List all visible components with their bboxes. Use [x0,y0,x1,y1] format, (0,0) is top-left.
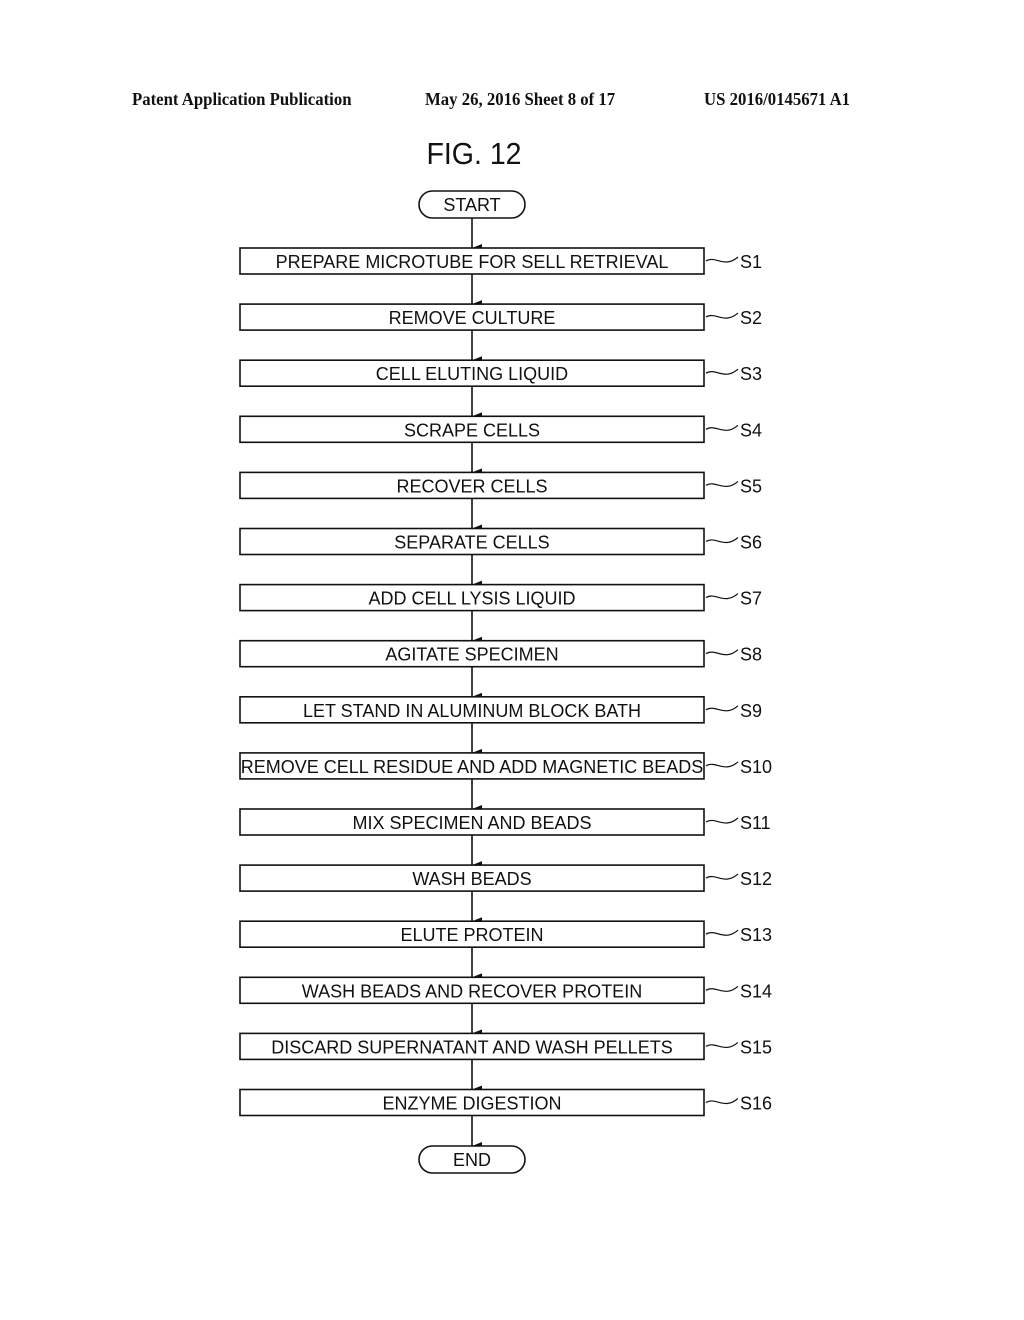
leader-line [705,256,739,263]
step-s11: MIX SPECIMEN AND BEADS S11 [239,808,771,836]
leader-line [705,873,739,880]
step-text: WASH BEADS AND RECOVER PROTEIN [302,981,642,1001]
start-node: START [418,190,526,219]
step-s9: LET STAND IN ALUMINUM BLOCK BATH S9 [239,695,762,724]
end-node: END [418,1145,526,1174]
step-text: ENZYME DIGESTION [382,1094,561,1114]
step-ref-label: S3 [740,364,762,384]
step-text: CELL ELUTING LIQUID [376,364,568,384]
step-ref-label: S6 [740,533,762,553]
step-s6: SEPARATE CELLS S6 [239,527,762,556]
step-s10: REMOVE CELL RESIDUE AND ADD MAGNETIC BEA… [239,752,772,780]
step-s13: ELUTE PROTEIN S13 [239,920,772,949]
step-text: WASH BEADS [412,869,531,889]
step-ref-label: S11 [740,813,771,833]
step-text: MIX SPECIMEN AND BEADS [352,813,591,833]
step-text: DISCARD SUPERNATANT AND WASH PELLETS [271,1037,672,1057]
start-label: START [443,195,500,215]
step-text: REMOVE CULTURE [389,308,556,328]
step-ref-label: S16 [740,1094,772,1114]
step-text: SCRAPE CELLS [404,420,540,440]
leader-line [705,929,739,936]
step-ref-label: S1 [740,252,762,272]
step-ref-label: S15 [740,1037,772,1057]
step-ref-label: S14 [740,981,772,1001]
leader-line [705,705,739,712]
flowchart: START PREPARE MICROTUBE FOR SELL RETRIEV… [239,190,772,1174]
step-s4: SCRAPE CELLS S4 [239,415,762,444]
step-text: ELUTE PROTEIN [400,925,543,945]
step-ref-label: S8 [740,645,762,665]
leader-line [705,649,739,656]
step-ref-label: S2 [740,308,762,328]
step-text: LET STAND IN ALUMINUM BLOCK BATH [303,701,641,721]
leader-line [705,480,739,487]
leader-line [705,593,739,600]
step-s12: WASH BEADS S12 [239,864,772,892]
step-text: SEPARATE CELLS [394,533,549,553]
leader-line [705,1098,739,1105]
step-ref-label: S4 [740,420,762,440]
step-ref-label: S9 [740,701,762,721]
leader-line [705,368,739,375]
step-ref-label: S13 [740,925,772,945]
leader-line [705,761,739,768]
leader-line [705,537,739,544]
step-text: RECOVER CELLS [396,476,547,496]
step-text: ADD CELL LYSIS LIQUID [368,589,575,609]
step-s5: RECOVER CELLS S5 [239,471,762,500]
step-ref-label: S5 [740,476,762,496]
step-text: AGITATE SPECIMEN [385,645,558,665]
step-ref-label: S10 [740,757,772,777]
leader-line [705,1041,739,1048]
step-ref-label: S12 [740,869,772,889]
step-text: REMOVE CELL RESIDUE AND ADD MAGNETIC BEA… [241,757,703,777]
step-s8: AGITATE SPECIMEN S8 [239,639,762,668]
step-s3: CELL ELUTING LIQUID S3 [239,359,762,388]
leader-line [705,424,739,431]
step-s7: ADD CELL LYSIS LIQUID S7 [239,583,762,612]
leader-line [705,817,739,824]
step-s1: PREPARE MICROTUBE FOR SELL RETRIEVAL S1 [239,247,762,275]
step-s2: REMOVE CULTURE S2 [239,303,762,331]
step-s14: WASH BEADS AND RECOVER PROTEIN S14 [239,976,772,1005]
leader-line [705,985,739,992]
step-s15: DISCARD SUPERNATANT AND WASH PELLETS S15 [239,1032,772,1061]
step-s16: ENZYME DIGESTION S16 [239,1088,772,1117]
leader-line [705,312,739,319]
step-ref-label: S7 [740,589,762,609]
end-label: END [453,1150,491,1170]
step-text: PREPARE MICROTUBE FOR SELL RETRIEVAL [276,252,669,272]
